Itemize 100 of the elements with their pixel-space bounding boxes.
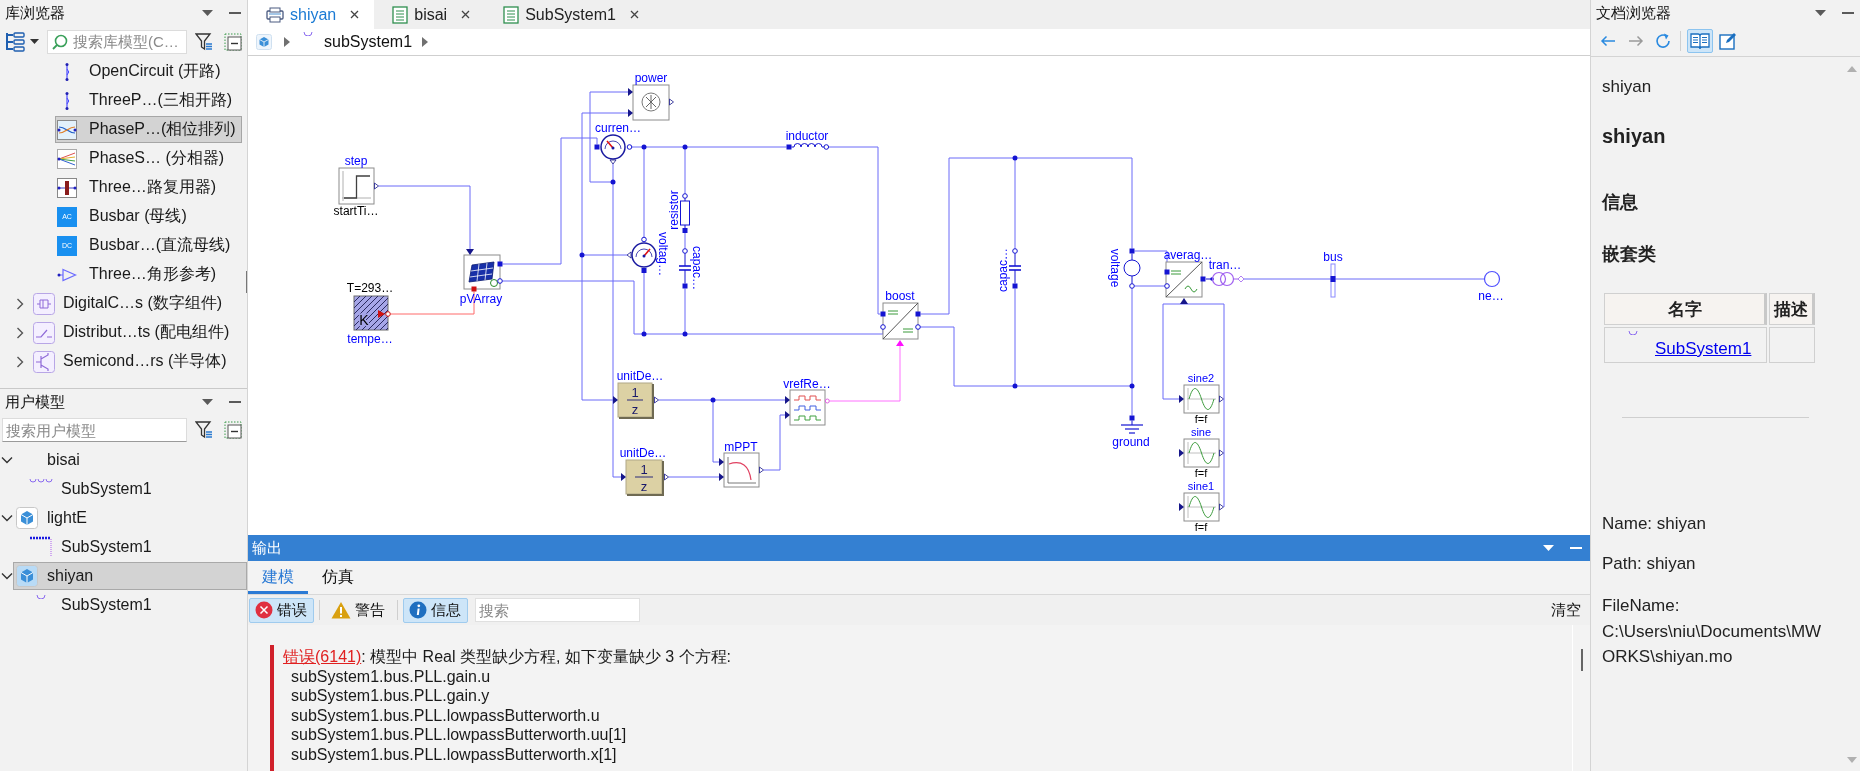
filter-icon[interactable] — [195, 421, 213, 439]
search-field[interactable]: 搜索用户模型 — [2, 418, 187, 442]
dropdown-icon[interactable] — [202, 399, 213, 405]
close-icon[interactable] — [350, 10, 360, 19]
chevron-down-icon[interactable] — [1, 455, 13, 464]
collapse-icon[interactable] — [224, 32, 242, 51]
error-icon — [255, 601, 273, 619]
component-label: vrefRe… — [783, 377, 831, 391]
table-cell — [1769, 327, 1815, 363]
panel-title: 输出 — [252, 538, 283, 558]
pulse-generator-block — [785, 389, 830, 426]
output-tab[interactable]: 仿真 — [308, 561, 368, 594]
cube-icon — [16, 506, 38, 529]
dropdown-icon[interactable] — [1815, 10, 1826, 16]
editor-tab[interactable]: SubSystem1 — [485, 0, 654, 29]
breadcrumb-item[interactable]: subSystem1 — [324, 33, 413, 51]
tree-item[interactable]: OpenCircuit (开路) — [55, 58, 227, 85]
junction-dot — [1129, 383, 1135, 389]
component-label: ground — [1112, 435, 1150, 449]
filter-icon[interactable] — [195, 32, 213, 51]
junction-dot — [641, 331, 647, 337]
editor-tab[interactable]: bisai — [374, 0, 486, 29]
tree-item[interactable]: bisai — [13, 445, 247, 474]
collapse-icon[interactable] — [224, 421, 242, 439]
unit-delay-block — [621, 459, 669, 496]
component-label: capac… — [690, 246, 704, 290]
close-icon[interactable] — [461, 10, 471, 19]
package-icon — [33, 292, 55, 315]
tree-item[interactable]: shiyan — [13, 561, 247, 590]
editor-tab[interactable]: shiyan — [248, 0, 375, 29]
tree-item[interactable]: DigitalC…s (数字组件) — [31, 290, 229, 317]
class-link[interactable]: SubSystem1 — [1655, 339, 1752, 359]
info-filter-button[interactable]: 信息 — [403, 597, 468, 623]
scrollbar-thumb[interactable] — [1581, 649, 1583, 671]
diagram-icon — [266, 6, 284, 23]
tree-item[interactable]: Three…路复用器) — [55, 174, 223, 201]
dropdown-icon[interactable] — [1543, 545, 1554, 551]
inverter-block — [1164, 261, 1206, 304]
tree-item[interactable]: SubSystem1 — [26, 474, 247, 503]
search-field[interactable]: 搜索 — [475, 598, 640, 622]
component-label: bus — [1323, 250, 1343, 264]
warning-filter-button[interactable]: 警告 — [325, 597, 392, 623]
tree-item[interactable]: Semicond…rs (半导体) — [31, 348, 233, 375]
switch-icon — [33, 321, 55, 344]
arc-icon — [36, 593, 46, 599]
grid-terminal — [1483, 270, 1501, 288]
component-label: pVArray — [459, 292, 503, 306]
tree-item[interactable]: lightE — [13, 503, 247, 532]
step-block — [338, 167, 379, 205]
chevron-down-icon[interactable] — [1, 513, 13, 522]
sine-block — [1179, 384, 1224, 414]
chevron-right-icon[interactable] — [16, 326, 24, 339]
back-arrow-icon[interactable] — [1600, 35, 1616, 47]
chevron-right-icon[interactable] — [16, 297, 24, 310]
tree-item[interactable]: SubSystem1 — [26, 532, 247, 561]
tree-view-icon[interactable] — [5, 31, 25, 52]
refresh-icon[interactable] — [1654, 32, 1672, 50]
chevron-down-icon[interactable] — [1, 571, 13, 580]
arcs-icon — [29, 477, 53, 486]
sine-block — [1179, 492, 1224, 522]
parameter-label: f=f — [1194, 521, 1208, 533]
multiplexer-icon — [57, 177, 77, 198]
junction-dot — [1012, 383, 1018, 389]
search-field[interactable]: 搜索库模型(C… — [47, 29, 187, 54]
clear-button[interactable]: 清空 — [1551, 600, 1581, 620]
section-heading: 信息 — [1602, 191, 1639, 214]
open-circuit-icon — [64, 91, 70, 110]
sine-block — [1179, 438, 1224, 468]
error-code-link[interactable]: 错误(6141) — [283, 648, 362, 665]
wire — [684, 232, 686, 250]
dropdown-icon[interactable] — [202, 10, 213, 16]
fraction-numerator: 1 — [631, 385, 639, 400]
cube-icon[interactable] — [256, 34, 272, 50]
component-label: voltag… — [656, 232, 670, 276]
column-header: 名字 — [1604, 293, 1767, 325]
tree-item[interactable]: Three…角形参考) — [55, 261, 223, 288]
component-label: unitDe… — [616, 369, 664, 383]
view-button[interactable] — [1687, 29, 1713, 53]
document-icon — [392, 5, 409, 24]
parameter-label: startTi… — [333, 204, 379, 218]
chevron-right-icon[interactable] — [284, 37, 290, 47]
component-label: resistor — [667, 190, 681, 230]
close-icon[interactable] — [629, 10, 639, 19]
variable-name: subSystem1.bus.PLL.gain.y — [290, 686, 491, 706]
tree-item[interactable]: SubSystem1 — [26, 590, 247, 619]
class-path: shiyan — [1602, 77, 1653, 97]
crossing-lines-icon — [57, 119, 77, 140]
tree-item[interactable]: PhaseS… (分相器) — [55, 145, 231, 172]
scrollbar-thumb[interactable] — [245, 271, 247, 293]
class-heading: shiyan — [1602, 124, 1667, 148]
caret-icon[interactable] — [30, 39, 39, 44]
transistor-icon — [33, 350, 55, 373]
chevron-right-icon[interactable] — [422, 37, 429, 47]
tree-item[interactable]: Distribut…ts (配电组件) — [31, 319, 236, 346]
chevron-right-icon[interactable] — [16, 355, 24, 368]
tree-item[interactable]: ThreeP…(三相开路) — [55, 87, 239, 114]
junction-dot — [1012, 155, 1018, 161]
error-filter-button[interactable]: 错误 — [249, 597, 314, 623]
transformer-symbol — [1205, 271, 1245, 287]
tree-item[interactable]: PhaseP…(相位排列) — [55, 116, 242, 143]
